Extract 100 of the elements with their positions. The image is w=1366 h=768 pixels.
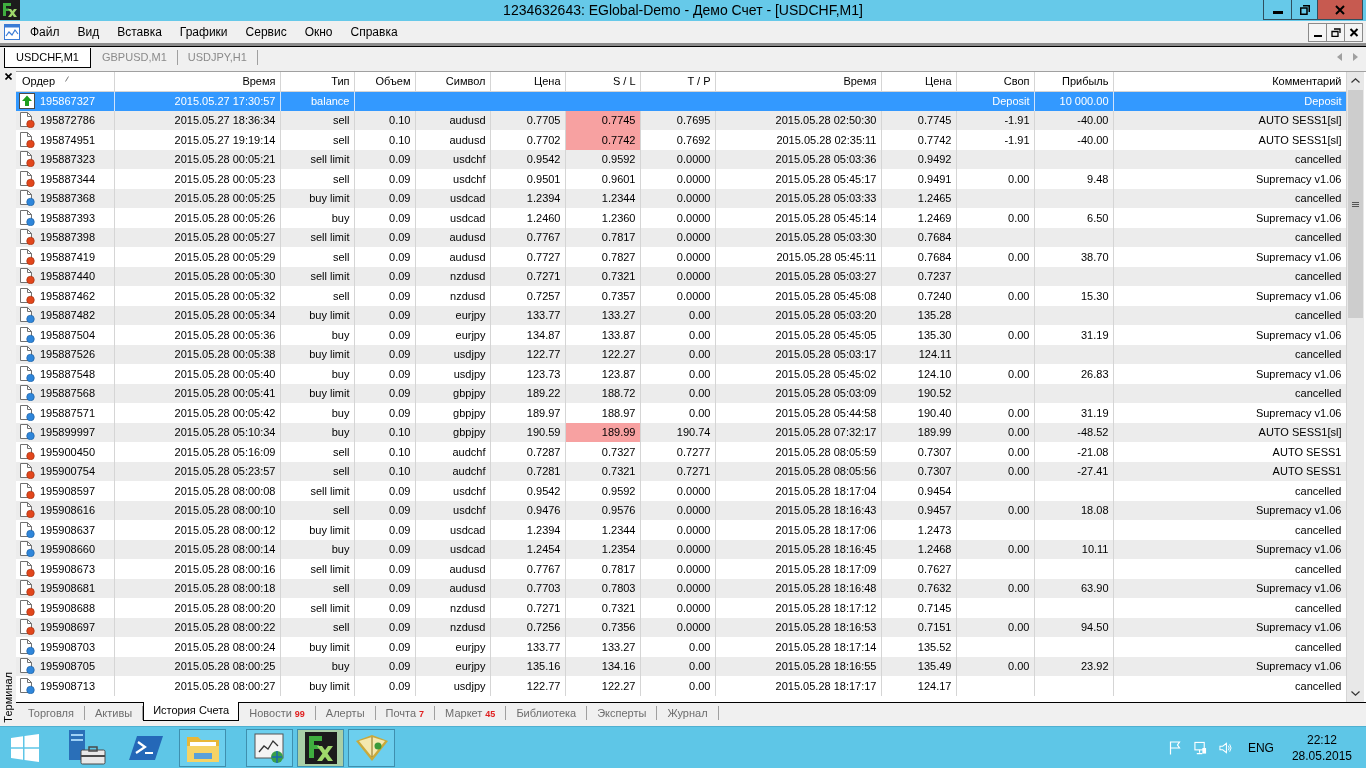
column-header[interactable]: Прибыль [1034,72,1113,91]
document-icon [19,502,35,519]
taskbar-button[interactable] [246,728,293,767]
table-cell: 133.77 [490,637,565,657]
table-cell: 0.00 [640,364,715,384]
table-cell: 2015.05.28 00:05:42 [114,403,280,423]
scroll-down-icon[interactable] [1351,691,1360,696]
document-icon [19,365,35,382]
taskbar-button[interactable] [297,728,344,767]
column-header[interactable]: Цена [490,72,565,91]
table-cell: 0.0000 [640,559,715,579]
table-cell: 2015.05.28 05:45:11 [715,247,881,267]
table-row[interactable]: 195887482 2015.05.28 00:05:34 buy limit 0.09 eurjpy 133.77 133.27 0.00 2015.05.28 05:03:20 135.28 cancelled [16,305,1346,325]
column-header[interactable]: Время [114,72,280,91]
table-cell: 0.7321 [565,598,640,618]
order-number: 195899997 [40,426,96,439]
column-header[interactable]: Время [715,72,881,91]
chart-tab[interactable]: USDCHF,M1 [4,48,91,68]
document-icon [19,170,35,187]
document-icon [19,521,35,538]
panel-tab[interactable]: История Счета [143,702,240,721]
start-icon[interactable] [11,733,39,762]
table-cell: Deposit [956,91,1034,111]
scrollbar-thumb[interactable] [1348,90,1363,318]
menu-item[interactable]: Окно [295,22,342,42]
menu-item[interactable]: Справка [341,22,407,42]
column-header[interactable]: Цена [881,72,956,91]
column-header[interactable]: S / L [565,72,640,91]
table-cell: 2015.05.28 08:00:27 [114,676,280,696]
document-icon [19,326,35,343]
table-row[interactable]: 195908697 2015.05.28 08:00:22 sell 0.09 nzdusd 0.7256 0.7356 0.0000 2015.05.28 18:16:53 0.7151 0.00 94.50 Supremacy v1.06 [16,617,1346,637]
column-header[interactable]: Ордер [16,72,114,91]
table-cell: 0.00 [956,325,1034,345]
menu-item[interactable]: Вставка [108,22,171,42]
table-cell: 124.10 [881,364,956,384]
table-row[interactable]: 195908616 2015.05.28 08:00:10 sell 0.09 usdchf 0.9476 0.9576 0.0000 2015.05.28 18:16:43 0.9457 0.00 18.08 Supremacy v1.06 [16,500,1346,520]
chart-window-icon[interactable] [4,24,20,40]
table-row[interactable]: 195887398 2015.05.28 00:05:27 sell limit 0.09 audusd 0.7767 0.7817 0.0000 2015.05.28 05:03:30 0.7684 cancelled [16,227,1346,247]
order-number: 195908697 [40,621,96,634]
book-icon [353,732,390,763]
minimize-button[interactable] [1263,0,1292,20]
table-cell: buy [280,325,354,345]
table-cell: 122.27 [565,676,640,696]
column-header[interactable]: Символ [415,72,490,91]
vertical-scrollbar[interactable] [1346,72,1364,702]
table-cell: 2015.05.28 00:05:23 [114,169,280,189]
order-number: 195908660 [40,543,96,556]
table-cell: 188.97 [565,403,640,423]
table-row[interactable]: 195908713 2015.05.28 08:00:27 buy limit 0.09 usdjpy 122.77 122.27 0.00 2015.05.28 18:17:17 124.17 cancelled [16,676,1346,696]
table-cell: 122.77 [490,676,565,696]
menu-item[interactable]: Файл [21,22,69,42]
document-icon [19,268,35,285]
table-cell: 0.00 [956,169,1034,189]
table-row[interactable]: 195872786 2015.05.27 18:36:34 sell 0.10 audusd 0.7705 0.7745 0.7695 2015.05.28 02:50:30 0.7745 -1.91 -40.00 AUTO SESS1[sl] [16,110,1346,130]
document-icon [19,424,35,441]
table-row[interactable]: 195908660 2015.05.28 08:00:14 buy 0.09 usdcad 1.2454 1.2354 0.0000 2015.05.28 18:16:45 1.2468 0.00 10.11 Supremacy v1.06 [16,539,1346,559]
table-cell: 1.2360 [565,208,640,228]
menu-item[interactable]: Вид [68,22,109,42]
panel-tab[interactable]: Торговля [18,706,85,720]
document-icon [19,404,35,421]
order-number: 195900450 [40,445,96,458]
column-header[interactable]: Своп [956,72,1034,91]
app-logo-icon [304,731,337,764]
table-row[interactable]: 195900754 2015.05.28 05:23:57 sell 0.10 audchf 0.7281 0.7321 0.7271 2015.05.28 08:05:56 0.7307 0.00 -27.41 AUTO SESS1 [16,461,1346,481]
panel-tab[interactable]: Журнал [657,706,719,720]
table-cell: 133.27 [565,637,640,657]
table-cell: 0.09 [354,247,415,267]
panel-tab[interactable]: Маркет 45 [435,706,507,720]
restore-icon [1330,28,1341,37]
table-row[interactable]: 195887440 2015.05.28 00:05:30 sell limit 0.09 nzdusd 0.7271 0.7321 0.0000 2015.05.28 05:03:27 0.7237 cancelled [16,266,1346,286]
close-button[interactable] [1344,23,1363,42]
panel-tab[interactable]: Библиотека [506,706,588,720]
column-header[interactable]: Объем [354,72,415,91]
scroll-up-icon[interactable] [1351,78,1360,83]
panel-tab[interactable]: Почта 7 [375,706,436,720]
column-header[interactable]: Тип [280,72,354,91]
table-row[interactable]: 195887526 2015.05.28 00:05:38 buy limit 0.09 usdjpy 122.77 122.27 0.00 2015.05.28 05:03:17 124.11 cancelled [16,344,1346,364]
panel-tab[interactable]: Новости 99 [239,706,316,720]
table-row[interactable]: 195887368 2015.05.28 00:05:25 buy limit 0.09 usdcad 1.2394 1.2344 0.0000 2015.05.28 05:03:33 1.2465 cancelled [16,188,1346,208]
table-row[interactable]: 195908681 2015.05.28 08:00:18 sell 0.09 audusd 0.7703 0.7803 0.0000 2015.05.28 18:16:48 0.7632 0.00 63.90 Supremacy v1.06 [16,578,1346,598]
column-header[interactable]: Комментарий [1113,72,1346,91]
menu-item[interactable]: Сервис [236,22,296,42]
table-row[interactable]: 195887323 2015.05.28 00:05:21 sell limit 0.09 usdchf 0.9542 0.9592 0.0000 2015.05.28 05:03:36 0.9492 cancelled [16,149,1346,169]
panel-tab[interactable]: Алерты [315,706,376,720]
table-row[interactable]: 195887568 2015.05.28 00:05:41 buy limit 0.09 gbpjpy 189.22 188.72 0.00 2015.05.28 05:03:09 190.52 cancelled [16,383,1346,403]
table-cell: buy [280,208,354,228]
column-header[interactable]: T / P [640,72,715,91]
table-cell: 2015.05.28 08:05:59 [715,442,881,462]
panel-tab[interactable]: Эксперты [587,706,658,720]
table-cell: 15.30 [1034,286,1113,306]
order-number: 195900754 [40,465,96,478]
order-number: 195908688 [40,601,96,614]
table-row[interactable]: 195908705 2015.05.28 08:00:25 buy 0.09 eurjpy 135.16 134.16 0.00 2015.05.28 18:16:55 135.49 0.00 23.92 Supremacy v1.06 [16,656,1346,676]
order-number: 195908673 [40,562,96,575]
table-cell: -40.00 [1034,130,1113,150]
menu-item[interactable]: Графики [170,22,237,42]
table-row[interactable]: 195899997 2015.05.28 05:10:34 buy 0.10 gbpjpy 190.59 189.99 190.74 2015.05.28 07:32:17 189.99 0.00 -48.52 AUTO SESS1[sl] [16,422,1346,442]
terminal-icon[interactable] [129,733,163,762]
language-indicator[interactable]: ENG [1247,740,1274,755]
close-icon[interactable] [4,73,12,80]
